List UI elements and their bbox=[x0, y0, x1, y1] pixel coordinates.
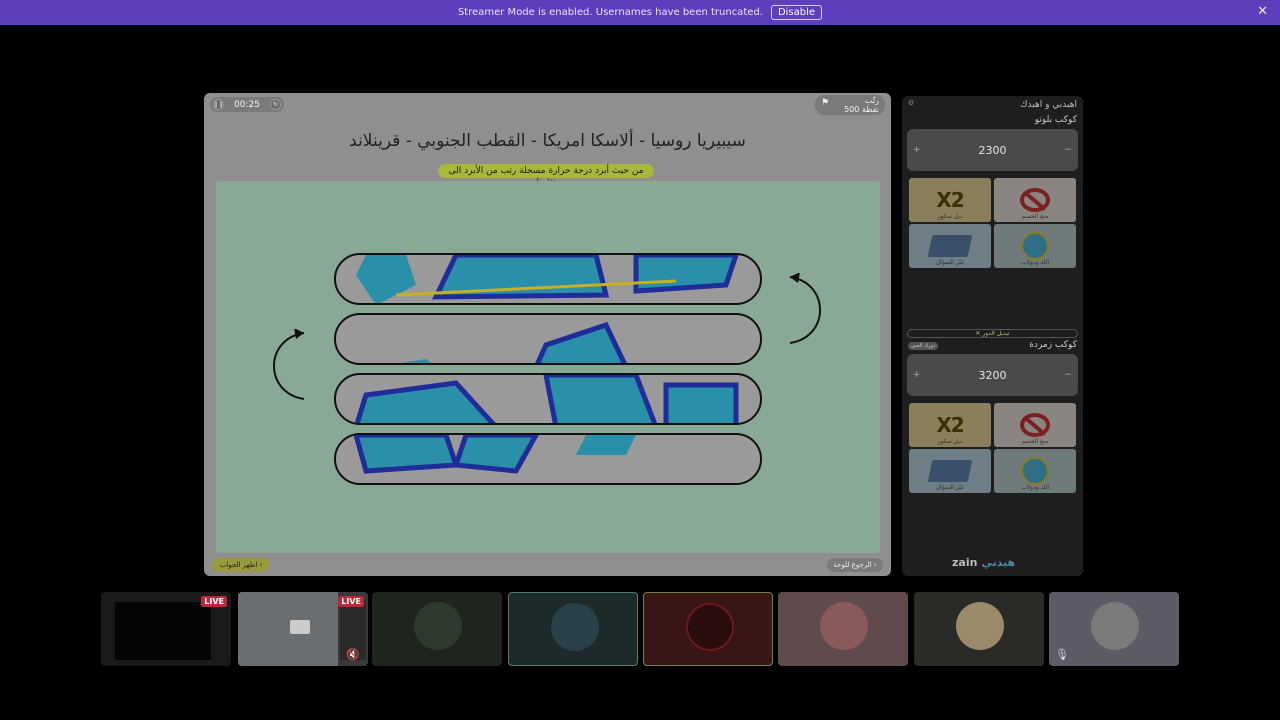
participant-tile-5[interactable] bbox=[643, 592, 773, 666]
wheel-icon bbox=[1021, 232, 1049, 260]
team2-cards: X2 دبل سكور منع الخصم غيّر السؤال اللد ود… bbox=[909, 403, 1076, 493]
timer-value: 00:25 bbox=[234, 99, 260, 110]
team1-plus-button[interactable]: + bbox=[913, 145, 921, 155]
rank-label: رتّب bbox=[865, 96, 879, 105]
team1-minus-button[interactable]: − bbox=[1064, 145, 1072, 155]
wheel-card[interactable]: اللد ودولاب bbox=[994, 449, 1076, 493]
avatar bbox=[414, 602, 462, 650]
team1-score: 2300 bbox=[978, 143, 1007, 157]
participant-tile-3[interactable] bbox=[372, 592, 502, 666]
change-question-card[interactable]: غيّر السؤال bbox=[909, 224, 991, 268]
turn-badge: دورك الحين bbox=[908, 342, 938, 350]
reset-icon[interactable]: ↻ bbox=[270, 99, 281, 110]
close-icon[interactable]: ✕ bbox=[1257, 4, 1268, 19]
team2-plus-button[interactable]: + bbox=[913, 370, 921, 380]
double-score-card[interactable]: X2 دبل سكور bbox=[909, 403, 991, 447]
no-entry-icon bbox=[1020, 188, 1050, 212]
avatar bbox=[686, 603, 734, 651]
team1-score-box: + 2300 − bbox=[907, 129, 1078, 171]
mic-muted-icon: 🎙 bbox=[1055, 648, 1069, 661]
cards-icon bbox=[927, 235, 973, 257]
block-opponent-card[interactable]: منع الخصم bbox=[994, 178, 1076, 222]
brand-logo: zain هبدني bbox=[952, 556, 1016, 569]
map-preview bbox=[238, 592, 338, 666]
team1-name: كوكب بلوتو bbox=[1034, 115, 1077, 125]
answer-slot-1[interactable] bbox=[334, 253, 762, 305]
avatar bbox=[551, 603, 599, 651]
timer-pill: ❙❙ 00:25 ↻ bbox=[210, 97, 284, 112]
participant-tile-8[interactable]: 🎙 bbox=[1049, 592, 1179, 666]
team2-minus-button[interactable]: − bbox=[1064, 370, 1072, 380]
pause-icon[interactable]: ❙❙ bbox=[213, 99, 224, 110]
team2-score-box: + 3200 − bbox=[907, 354, 1078, 396]
no-entry-icon bbox=[1020, 413, 1050, 437]
answer-slot-4[interactable] bbox=[334, 433, 762, 485]
muted-icon: 🔇 bbox=[346, 648, 360, 661]
cards-icon bbox=[927, 460, 973, 482]
participant-tile-4[interactable] bbox=[508, 592, 638, 666]
disable-button[interactable]: Disable bbox=[770, 5, 823, 20]
avatar bbox=[1091, 602, 1139, 650]
change-question-card[interactable]: غيّر السؤال bbox=[909, 449, 991, 493]
team2-score: 3200 bbox=[978, 368, 1007, 382]
flag-icon[interactable]: ⚑ bbox=[821, 99, 829, 108]
show-answer-button[interactable]: اظهر الجواب ‹ bbox=[212, 558, 270, 572]
participant-tile-6[interactable] bbox=[778, 592, 908, 666]
screen-share-icon bbox=[290, 620, 310, 634]
block-opponent-card[interactable]: منع الخصم bbox=[994, 403, 1076, 447]
avatar bbox=[956, 602, 1004, 650]
question-title: سيبيريا روسيا - ألاسكا امريكا - القطب ال… bbox=[349, 131, 746, 151]
rotate-right-arrow-icon bbox=[789, 273, 821, 344]
live-badge: LIVE bbox=[201, 596, 227, 607]
wheel-icon bbox=[1021, 457, 1049, 485]
team1-cards: X2 دبل سكور منع الخصم غيّر السؤال اللد ود… bbox=[909, 178, 1076, 268]
ordering-board bbox=[216, 181, 880, 553]
live-badge: LIVE bbox=[338, 596, 364, 607]
back-to-board-button[interactable]: الرجوع للوحة › bbox=[827, 558, 883, 572]
participant-tile-2[interactable]: LIVE 🔇 bbox=[238, 592, 368, 666]
answer-slot-3[interactable] bbox=[334, 373, 762, 425]
question-subtitle: من حيث أبرد درجة حرارة مسجلة رتب من الأب… bbox=[438, 164, 654, 190]
switch-turn-button[interactable]: ✕ تبديل الدور bbox=[907, 329, 1078, 338]
avatar bbox=[820, 602, 868, 650]
double-score-card[interactable]: X2 دبل سكور bbox=[909, 178, 991, 222]
game-stage: ❙❙ 00:25 ↻ ⚑ رتّب 500 نقطة سيبيريا روسيا… bbox=[204, 93, 891, 576]
banner-message: Streamer Mode is enabled. Usernames have… bbox=[457, 7, 763, 18]
rotate-left-arrow-icon bbox=[273, 329, 305, 400]
wheel-card[interactable]: اللد ودولاب bbox=[994, 224, 1076, 268]
rank-pill: ⚑ رتّب 500 نقطة bbox=[815, 95, 885, 115]
participant-tile-1[interactable]: LIVE bbox=[101, 592, 231, 666]
settings-icon[interactable]: ⚙ bbox=[908, 99, 914, 107]
teams-panel: ⚙ اهبدني و اهبدك كوكب بلوتو + 2300 − X2 د… bbox=[902, 96, 1083, 576]
participant-tile-7[interactable] bbox=[914, 592, 1044, 666]
rank-points: 500 نقطة bbox=[844, 105, 879, 114]
team2-name: كوكب زمردة bbox=[1029, 340, 1077, 350]
answer-slot-2[interactable] bbox=[334, 313, 762, 365]
stream-preview bbox=[115, 602, 211, 660]
streamer-mode-banner: Streamer Mode is enabled. Usernames have… bbox=[0, 0, 1280, 25]
panel-title: اهبدني و اهبدك bbox=[1020, 100, 1077, 110]
